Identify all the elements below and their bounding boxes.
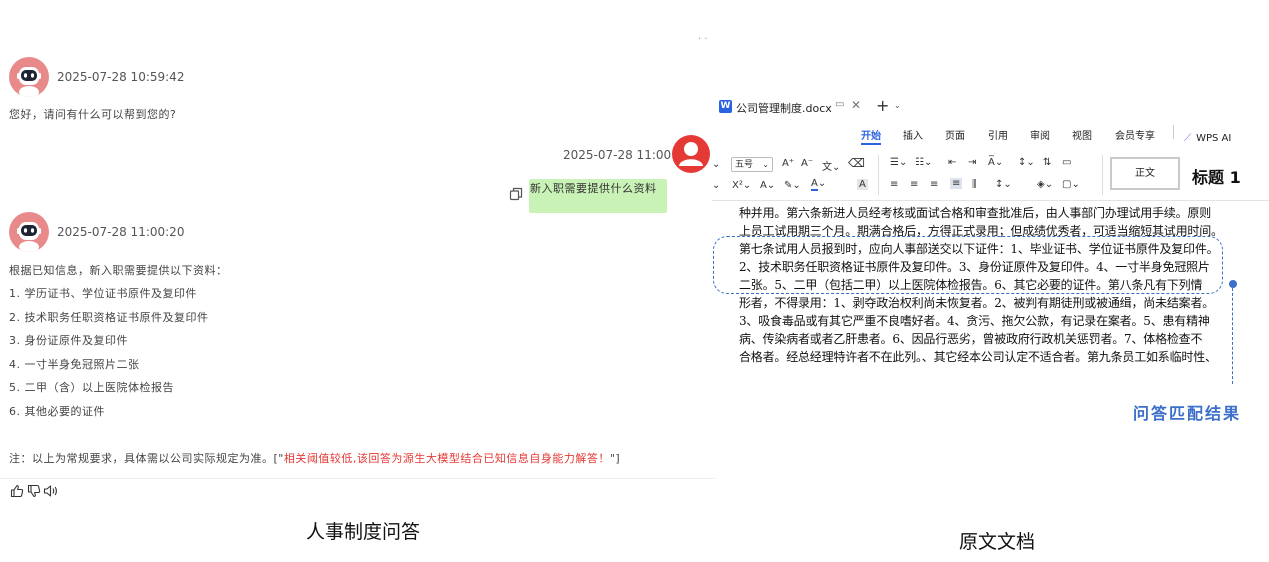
answer-list-item: 6. 其他必要的证件 [9,405,105,418]
chat-panel: · · 2025-07-28 10:59:42 您好，请问有什么可以帮到您的? … [0,0,715,562]
chevron-down-icon: ⌄ [762,160,769,169]
bot-avatar [9,57,49,97]
chevron-down-icon[interactable]: ⌄ [712,180,720,191]
numbered-list-icon[interactable]: ☷⌄ [915,157,932,168]
document-caption: 原文文档 [959,531,1036,553]
shrink-font-icon[interactable]: A⁻ [801,158,813,169]
thumbs-down-icon[interactable] [27,483,41,498]
answer-list-item: 5. 二甲（含）以上医院体检报告 [9,381,174,394]
user-question-bubble: 新入职需要提供什么资料 [529,179,667,213]
word-doc-icon: W [719,100,732,113]
bot-greeting: 您好，请问有什么可以帮到您的? [9,108,177,121]
match-highlight-box [713,236,1223,294]
tab-separator [1173,125,1174,139]
phonetic-icon[interactable]: 文⌄ [822,158,840,173]
document-tab-title: 公司管理制度.docx [736,102,832,115]
font-color-icon[interactable]: A⌄ [811,178,826,191]
answer-list-item: 4. 一寸半身免冠照片二张 [9,358,140,371]
show-marks-icon[interactable]: ▭ [1062,157,1071,168]
ribbon-bottom-border [712,200,1269,201]
user-avatar [672,135,710,173]
window-icon[interactable]: ▭ [835,99,844,110]
justify-icon[interactable]: ≡ [950,178,963,189]
close-tab-icon[interactable]: ✕ [851,98,861,112]
superscript-icon[interactable]: X²⌄ [732,180,751,191]
tab-page[interactable]: 页面 [945,127,965,142]
bot-avatar [9,212,49,252]
outdent-icon[interactable]: ⇤ [948,157,956,168]
answer-list-item: 3. 身份证原件及复印件 [9,334,128,347]
indent-icon[interactable]: ⇥ [968,157,976,168]
answer-list-item: 2. 技术职务任职资格证书原件及复印件 [9,311,209,324]
chevron-down-icon[interactable]: ⌄ [712,159,720,170]
char-shading-icon[interactable]: A [857,179,868,190]
text-direction-icon[interactable]: A̅⌄ [988,157,1003,168]
match-pointer-dot [1229,280,1237,288]
bullet-list-icon[interactable]: ☰⌄ [890,157,907,168]
chat-caption: 人事制度问答 [306,521,421,543]
style-heading-label: 标题 1 [1192,168,1241,187]
border-icon[interactable]: ▢⌄ [1062,179,1080,190]
align-center-icon[interactable]: ≡ [910,179,918,190]
match-pointer-line [1232,288,1233,384]
fill-color-icon[interactable]: ◈⌄ [1037,179,1053,190]
style-normal[interactable]: 正文 [1110,157,1180,190]
tab-view[interactable]: 视图 [1072,127,1092,142]
tab-references[interactable]: 引用 [988,127,1008,142]
style-normal-label: 正文 [1135,168,1155,179]
note-prefix: 注：以上为常规要求，具体需以公司实际规定为准。[" [9,452,284,465]
toolbar-separator [1102,155,1103,195]
copy-icon[interactable] [509,186,523,201]
robot-icon [17,67,41,97]
style-heading-1[interactable]: 标题 1 [1192,164,1241,188]
tab-membership[interactable]: 会员专享 [1115,127,1155,142]
chevron-down-icon[interactable]: ⌄ [894,101,901,110]
sort-icon[interactable]: ⇅ [1043,157,1051,168]
text-effect-icon[interactable]: A⌄ [760,180,775,191]
align-left-icon[interactable]: ≡ [890,179,898,190]
answer-note: 注：以上为常规要求，具体需以公司实际规定为准。["相关阈值较低,该回答为源生大模… [9,450,620,466]
paragraph-spacing-icon[interactable]: ↕⌄ [995,179,1012,190]
new-tab-icon[interactable]: + [876,96,889,115]
answer-intro: 根据已知信息，新入职需要提供以下资料： [9,264,228,277]
toolbar-separator [878,155,879,195]
message-timestamp: 2025-07-28 11:00:20 [57,225,185,239]
wps-ai-icon: ⟋ [1184,133,1191,144]
answer-list-item: 1. 学历证书、学位证书原件及复印件 [9,287,197,300]
font-size-select[interactable]: 五号 ⌄ [731,157,773,172]
line-spacing-icon[interactable]: ↕⌄ [1018,157,1035,168]
message-timestamp: 2025-07-28 10:59:42 [57,70,185,84]
match-result-label: 问答匹配结果 [1133,404,1242,423]
eraser-icon[interactable]: ⌫ [848,156,865,170]
user-icon [679,142,703,166]
top-dots: · · [698,34,708,45]
font-size-value: 五号 [735,160,754,170]
divider [0,478,715,479]
note-suffix: "] [609,452,621,465]
note-warning: 相关阈值较低,该回答为源生大模型结合已知信息自身能力解答！ [283,452,610,465]
grow-font-icon[interactable]: A⁺ [782,158,794,169]
highlight-icon[interactable]: ✎⌄ [784,180,801,191]
distribute-icon[interactable]: ⫼ [972,179,977,190]
speaker-icon[interactable] [43,483,59,497]
active-tab-underline [861,143,881,145]
tab-home[interactable]: 开始 [861,127,881,142]
align-right-icon[interactable]: ≡ [930,179,938,190]
thumbs-up-icon[interactable] [10,483,24,498]
tab-insert[interactable]: 插入 [903,127,923,142]
wps-ai-label: WPS AI [1196,133,1232,144]
robot-icon [17,222,41,252]
tab-review[interactable]: 审阅 [1030,127,1050,142]
wps-ai-button[interactable]: ⟋ WPS AI [1184,126,1231,145]
